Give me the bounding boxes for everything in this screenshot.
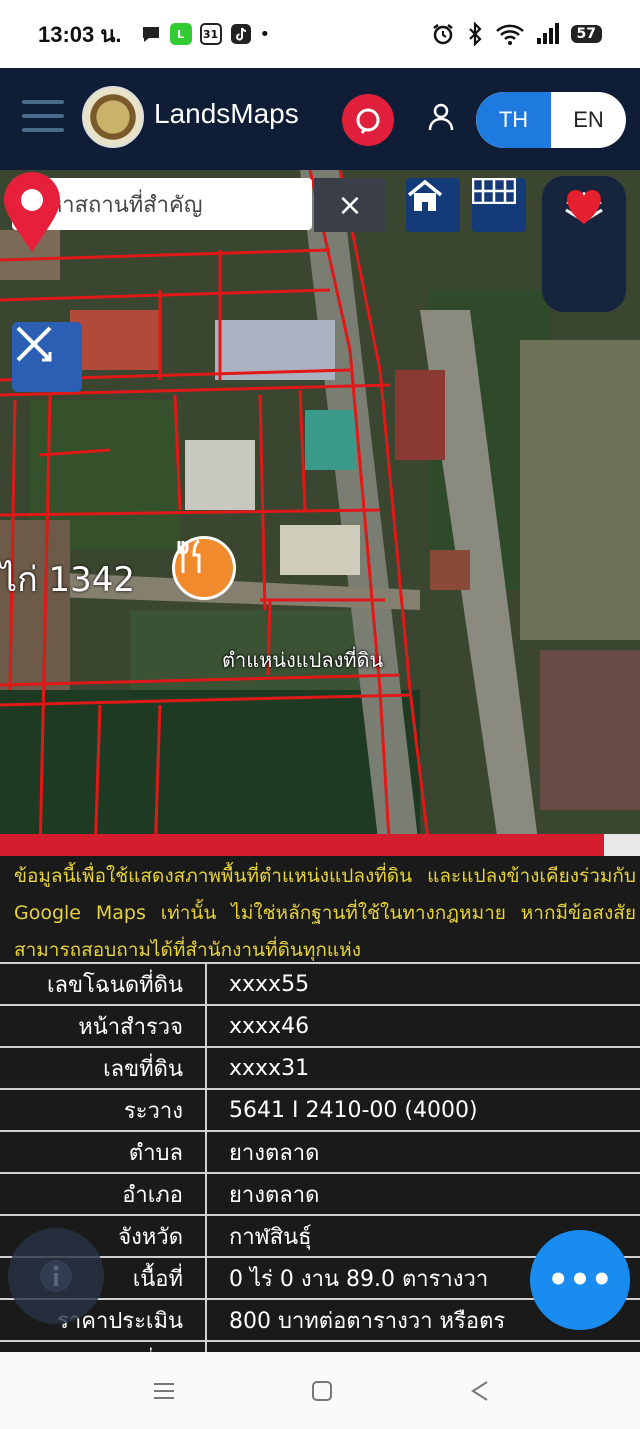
brand-title: LandsMaps bbox=[154, 98, 299, 129]
recents-icon bbox=[154, 1383, 174, 1399]
app-header: LandsMaps TH EN bbox=[0, 68, 640, 170]
parcel-location-label: ตำแหน่งแปลงที่ดิน bbox=[222, 648, 384, 672]
search-button[interactable] bbox=[342, 94, 394, 146]
alarm-icon bbox=[432, 24, 453, 45]
menu-icon[interactable] bbox=[22, 100, 64, 132]
progress-bar-remainder bbox=[604, 834, 640, 856]
search-icon bbox=[356, 108, 380, 134]
status-bar: 13:03 น. L 31 • 57 bbox=[0, 0, 640, 68]
notification-icons: L 31 • bbox=[140, 23, 271, 45]
language-toggle: TH EN bbox=[476, 92, 626, 148]
more-options-button[interactable]: ••• bbox=[530, 1230, 630, 1330]
row-value: xxxx55 bbox=[206, 962, 640, 1005]
home-button[interactable] bbox=[406, 178, 460, 232]
bluetooth-icon bbox=[468, 22, 482, 46]
signal-icon bbox=[536, 23, 559, 44]
table-row: หน้าสำรวจ xxxx46 bbox=[0, 1004, 640, 1047]
info-button[interactable] bbox=[8, 1228, 104, 1324]
user-icon[interactable] bbox=[424, 100, 458, 134]
table-row: ตำบล ยางตลาด bbox=[0, 1130, 640, 1173]
back-button[interactable] bbox=[460, 1374, 500, 1408]
wifi-icon bbox=[495, 24, 524, 45]
fork-knife-icon bbox=[177, 539, 201, 573]
grid-button[interactable] bbox=[472, 178, 526, 232]
disclaimer-text: ข้อมูลนี้เพื่อใช้แสดงสภาพพื้นที่ตำแหน่งแ… bbox=[14, 865, 636, 961]
row-value: ยางตลาด bbox=[206, 1130, 640, 1173]
row-key: เลขโฉนดที่ดิน bbox=[0, 962, 207, 1005]
table-row: ที่ดิน bbox=[0, 1340, 640, 1352]
info-icon bbox=[40, 1260, 72, 1292]
lang-en-button[interactable]: EN bbox=[551, 92, 626, 148]
row-value bbox=[206, 1340, 640, 1352]
calendar-icon: 31 bbox=[199, 23, 222, 45]
home-nav-button[interactable] bbox=[302, 1374, 342, 1408]
progress-bar bbox=[0, 834, 604, 856]
home-icon bbox=[407, 179, 443, 211]
row-value: 5641 I 2410-00 (4000) bbox=[206, 1088, 640, 1131]
table-row: อำเภอ ยางตลาด bbox=[0, 1172, 640, 1215]
road-label: ไก่ 1342 bbox=[0, 560, 136, 600]
ruler-pencil-icon bbox=[16, 326, 52, 362]
system-icons: 57 bbox=[431, 22, 602, 46]
dot-icon: • bbox=[259, 23, 271, 45]
row-key: หน้าสำรวจ bbox=[0, 1004, 207, 1047]
row-key: ตำบล bbox=[0, 1130, 207, 1173]
system-nav-bar bbox=[0, 1352, 640, 1429]
row-key: ที่ดิน bbox=[0, 1340, 207, 1352]
lang-th-button[interactable]: TH bbox=[476, 92, 551, 148]
row-value: ยางตลาด bbox=[206, 1172, 640, 1215]
table-row: เลขที่ดิน xxxx31 bbox=[0, 1046, 640, 1089]
measure-tool-button[interactable] bbox=[12, 322, 82, 392]
table-row: เลขโฉนดที่ดิน xxxx55 bbox=[0, 962, 640, 1005]
tiktok-icon bbox=[230, 24, 251, 44]
recent-apps-button[interactable] bbox=[144, 1374, 184, 1408]
home-square-icon bbox=[312, 1381, 332, 1401]
department-logo bbox=[82, 86, 144, 148]
clear-search-button[interactable]: × bbox=[314, 178, 386, 232]
row-value: xxxx46 bbox=[206, 1004, 640, 1047]
table-row: ระวาง 5641 I 2410-00 (4000) bbox=[0, 1088, 640, 1131]
status-time: 13:03 น. bbox=[38, 21, 122, 47]
layer-favorite-panel bbox=[542, 176, 626, 312]
map-view[interactable]: ค้นหาสถานที่สำคัญ × ไก่ 1342 ตำแหน่งแปลง… bbox=[0, 170, 640, 856]
chat-bubble-icon bbox=[142, 27, 159, 42]
battery-indicator: 57 bbox=[570, 25, 602, 43]
row-key: อำเภอ bbox=[0, 1172, 207, 1215]
row-value: xxxx31 bbox=[206, 1046, 640, 1089]
row-key: ระวาง bbox=[0, 1088, 207, 1131]
restaurant-marker[interactable] bbox=[172, 536, 236, 600]
map-pin-icon[interactable] bbox=[0, 170, 64, 254]
heart-icon[interactable] bbox=[542, 176, 626, 236]
grid-icon bbox=[472, 178, 516, 204]
row-key: เลขที่ดิน bbox=[0, 1046, 207, 1089]
back-icon bbox=[471, 1381, 488, 1401]
line-icon: L bbox=[169, 23, 192, 45]
